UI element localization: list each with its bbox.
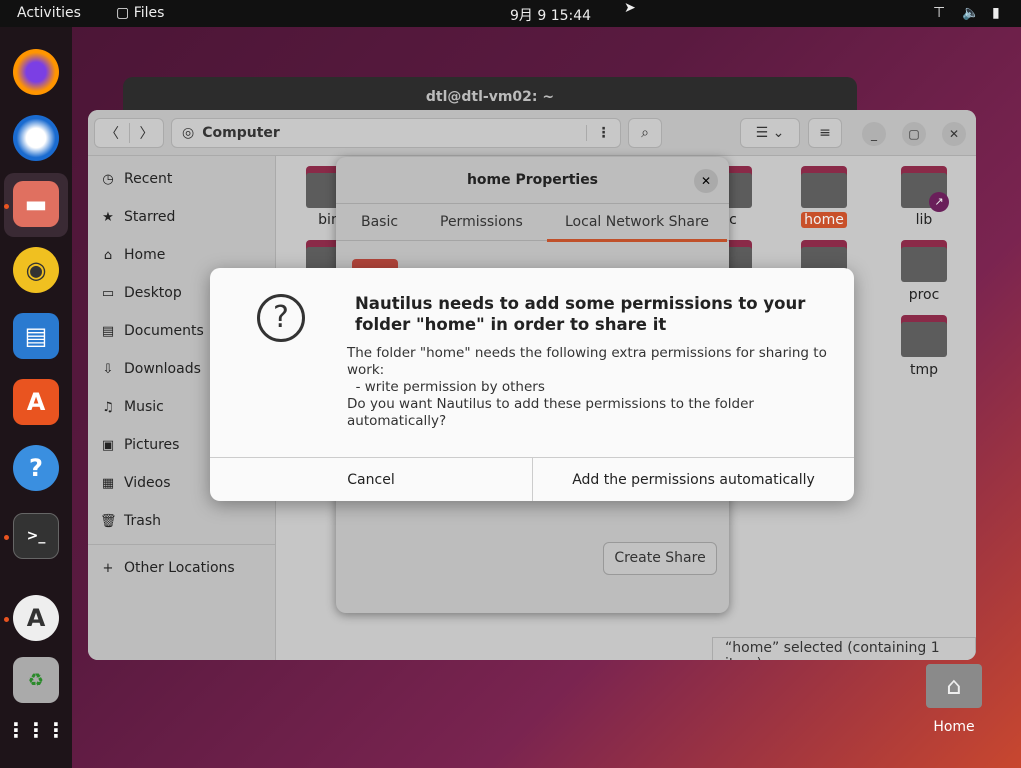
tab-bar: Basic Permissions Local Network Share: [336, 203, 729, 242]
back-button[interactable]: 〈: [95, 123, 129, 143]
sidebar-item-trash[interactable]: 🗑 Trash: [100, 507, 161, 535]
app-menu-label: Files: [133, 5, 165, 21]
sidebar-label: Trash: [124, 513, 161, 529]
forward-button[interactable]: 〉: [128, 123, 163, 143]
add-permissions-button[interactable]: Add the permissions automatically: [532, 458, 854, 501]
sidebar-divider: [88, 544, 275, 545]
cancel-button[interactable]: Cancel: [210, 458, 532, 501]
sidebar-label: Documents: [124, 323, 204, 339]
rhythmbox-icon[interactable]: ◉: [13, 247, 59, 293]
desktop-home-icon[interactable]: ⌂: [926, 664, 982, 708]
network-icon[interactable]: ⊤: [933, 5, 945, 21]
star-icon: ★: [102, 209, 114, 225]
app-center-icon[interactable]: A: [13, 379, 59, 425]
video-icon: ▦: [101, 475, 115, 491]
symlink-icon: ↗: [929, 192, 949, 212]
sidebar-item-documents[interactable]: ▤ Documents: [100, 317, 204, 345]
folder-label-selected: home: [784, 212, 864, 228]
sidebar-label: Other Locations: [124, 560, 235, 576]
view-toggle[interactable]: ☰ ⌄: [740, 118, 800, 148]
folder-tmp[interactable]: [901, 315, 947, 357]
files-icon[interactable]: ▬: [13, 181, 59, 227]
status-bar: “home” selected (containing 1 item): [712, 637, 976, 660]
running-indicator: [4, 535, 9, 540]
permission-alert-dialog: ? Nautilus needs to add some permissions…: [210, 268, 854, 501]
running-indicator: [4, 204, 9, 209]
maximize-button[interactable]: ▢: [902, 122, 926, 146]
sidebar-item-downloads[interactable]: ⇩ Downloads: [100, 355, 201, 383]
help-icon[interactable]: ?: [13, 445, 59, 491]
sidebar-item-pictures[interactable]: ▣ Pictures: [100, 431, 180, 459]
minimize-button[interactable]: _: [862, 122, 886, 146]
music-icon: ♫: [102, 399, 114, 415]
sidebar-label: Downloads: [124, 361, 201, 377]
home-icon: ⌂: [103, 247, 113, 263]
app-menu-files[interactable]: ▢ Files: [116, 5, 164, 21]
selected-label: home: [801, 212, 847, 228]
sidebar-item-starred[interactable]: ★ Starred: [100, 203, 175, 231]
tab-permissions[interactable]: Permissions: [440, 214, 523, 230]
top-bar: Activities ▢ Files 9月 9 15:44 ➤ ⊤ 🔈 ▮: [0, 0, 1021, 27]
sidebar-label: Videos: [124, 475, 171, 491]
sidebar-item-videos[interactable]: ▦ Videos: [100, 469, 171, 497]
close-button[interactable]: ✕: [942, 122, 966, 146]
path-menu-button[interactable]: ⋮: [586, 125, 620, 141]
tab-local-network-share[interactable]: Local Network Share: [547, 204, 728, 242]
sidebar-label: Starred: [124, 209, 176, 225]
header-bar: 〈〉 ◎ Computer ⋮ ⌕ ☰ ⌄ ≡ _ ▢ ✕: [88, 110, 976, 156]
folder-lib[interactable]: ↗: [901, 166, 949, 212]
terminal-title: dtl@dtl-vm02: ~: [425, 89, 555, 105]
desktop-home-label: Home: [933, 719, 975, 735]
path-bar[interactable]: ◎ Computer ⋮: [171, 118, 621, 148]
sidebar-label: Pictures: [124, 437, 180, 453]
dock: ▬ ◉ ▤ A ? >_ A ♻ ⋮⋮⋮: [0, 27, 72, 768]
battery-icon[interactable]: ▮: [992, 5, 1000, 21]
folder-label: tmp: [909, 362, 938, 378]
download-icon: ⇩: [102, 361, 114, 377]
writer-icon[interactable]: ▤: [13, 313, 59, 359]
running-indicator: [4, 617, 9, 622]
main-menu-button[interactable]: ≡: [808, 118, 842, 148]
nav-buttons: 〈〉: [94, 118, 164, 148]
folder-label: proc: [908, 287, 940, 303]
thunderbird-icon[interactable]: [13, 115, 59, 161]
sidebar-label: Home: [124, 247, 166, 263]
sidebar-label: Recent: [124, 171, 173, 187]
document-icon: ▤: [101, 323, 115, 339]
close-icon[interactable]: ✕: [694, 169, 718, 193]
clock[interactable]: 9月 9 15:44: [510, 5, 591, 25]
folder-home[interactable]: [801, 166, 847, 208]
plus-icon: +: [102, 560, 114, 576]
folder-label: lib: [915, 212, 933, 228]
alert-title: Nautilus needs to add some permissions t…: [355, 294, 806, 334]
show-apps-icon[interactable]: ⋮⋮⋮: [6, 707, 66, 753]
software-updater-icon[interactable]: A: [13, 595, 59, 641]
volume-icon[interactable]: 🔈: [962, 5, 979, 21]
drive-icon: ◎: [182, 125, 195, 141]
sidebar-item-other-locations[interactable]: + Other Locations: [100, 554, 235, 582]
question-icon: ?: [257, 294, 305, 342]
terminal-icon[interactable]: >_: [13, 513, 59, 559]
create-share-button[interactable]: Create Share: [603, 542, 717, 575]
activities-button[interactable]: Activities: [17, 5, 81, 21]
firefox-icon[interactable]: [13, 49, 59, 95]
trash-dock-icon[interactable]: ♻: [13, 657, 59, 703]
sidebar-item-desktop[interactable]: ▭ Desktop: [100, 279, 182, 307]
sidebar-item-recent[interactable]: ◷ Recent: [100, 165, 172, 193]
picture-icon: ▣: [101, 437, 115, 453]
folder-proc[interactable]: [901, 240, 947, 282]
tab-basic[interactable]: Basic: [361, 214, 398, 230]
sidebar-item-music[interactable]: ♫ Music: [100, 393, 164, 421]
alert-body: The folder "home" needs the following ex…: [347, 345, 827, 429]
clock-icon: ◷: [102, 171, 114, 187]
location-label: Computer: [202, 125, 280, 141]
desktop-icon: ▭: [101, 285, 115, 301]
properties-title: home Properties: [466, 172, 599, 188]
sidebar-item-home[interactable]: ⌂ Home: [100, 241, 165, 269]
sidebar-label: Music: [124, 399, 164, 415]
sidebar-label: Desktop: [124, 285, 182, 301]
search-button[interactable]: ⌕: [628, 118, 662, 148]
trash-icon: 🗑: [100, 513, 117, 529]
mouse-cursor-icon: ➤: [624, 0, 636, 16]
